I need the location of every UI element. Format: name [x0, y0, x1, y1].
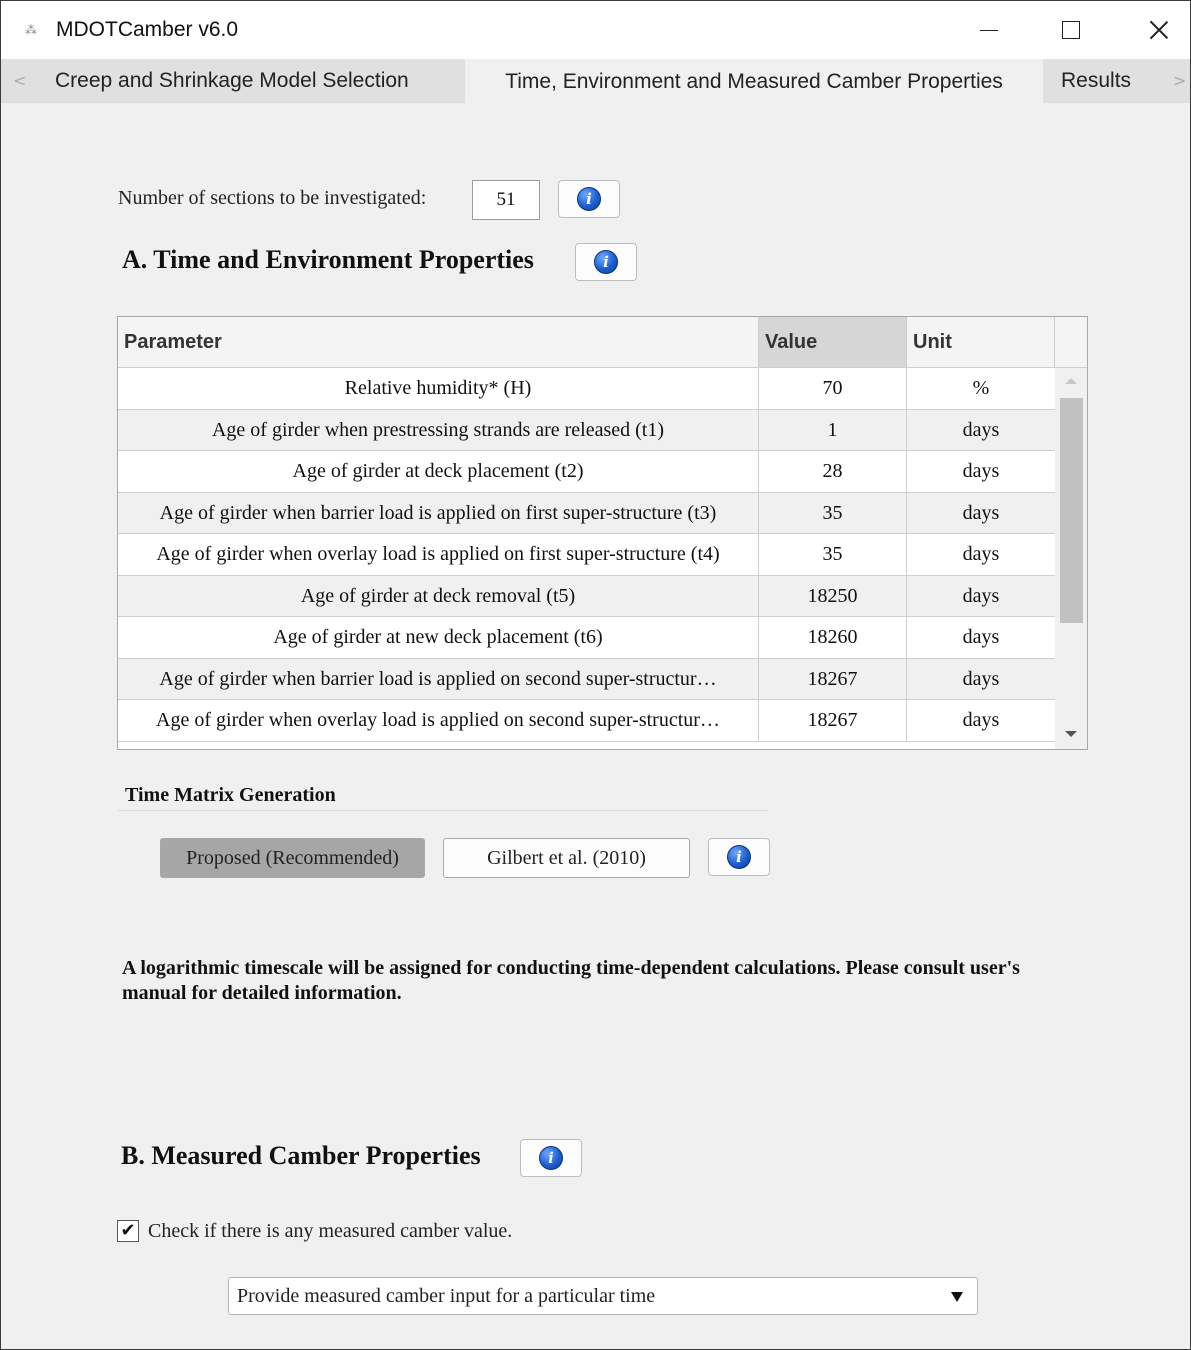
unit-cell: days	[962, 626, 1000, 648]
table-row: Age of girder at deck removal (t5) 18250…	[118, 575, 1055, 617]
sections-info-button[interactable]: i	[558, 180, 620, 218]
chevron-left-icon[interactable]: <	[13, 71, 26, 90]
parameter-cell: Age of girder when barrier load is appli…	[118, 492, 759, 534]
unit-cell: days	[962, 584, 1000, 607]
info-icon: i	[594, 250, 618, 274]
value-cell[interactable]: 1	[759, 409, 907, 451]
divider	[118, 810, 768, 811]
table-row: Age of girder when barrier load is appli…	[118, 658, 1055, 700]
close-icon	[1149, 20, 1169, 40]
minimize-icon	[980, 29, 998, 31]
value-cell[interactable]: 35	[759, 492, 907, 534]
minimize-button[interactable]	[965, 1, 1013, 59]
time-matrix-info-button[interactable]: i	[708, 838, 770, 876]
parameter-cell: Age of girder when barrier load is appli…	[118, 658, 759, 700]
info-icon: i	[577, 187, 601, 211]
parameter-cell: Age of girder at new deck placement (t6)	[118, 617, 759, 658]
window-title: MDOTCamber v6.0	[56, 18, 239, 41]
table-scrollbar[interactable]	[1055, 368, 1087, 749]
tab-time-environment[interactable]: Time, Environment and Measured Camber Pr…	[465, 59, 1043, 105]
scroll-up-icon[interactable]	[1065, 378, 1077, 384]
parameter-cell: Age of girder when prestressing strands …	[118, 409, 759, 451]
table-row: Age of girder when overlay load is appli…	[118, 534, 1055, 576]
proposed-recommended-button[interactable]: Proposed (Recommended)	[160, 838, 425, 878]
parameter-cell: Age of girder when overlay load is appli…	[118, 700, 759, 741]
properties-table: Parameter Value Unit Relative humidity* …	[117, 316, 1088, 750]
value-cell[interactable]: 35	[759, 534, 907, 575]
parameter-cell: Relative humidity* (H)	[118, 368, 759, 409]
tab-creep-shrinkage[interactable]: Creep and Shrinkage Model Selection	[41, 59, 423, 103]
maximize-icon	[1062, 21, 1080, 39]
title-bar: ⁂ MDOTCamber v6.0	[1, 1, 1190, 59]
chevron-right-icon[interactable]: >	[1173, 71, 1186, 90]
parameter-cell: Age of girder at deck removal (t5)	[118, 575, 759, 617]
value-cell[interactable]: 18267	[759, 700, 907, 741]
close-button[interactable]	[1135, 1, 1183, 59]
table-row: Age of girder when barrier load is appli…	[118, 492, 1055, 534]
scroll-down-icon[interactable]	[1065, 731, 1077, 737]
unit-cell: days	[962, 709, 1000, 731]
unit-cell: days	[962, 667, 1000, 690]
timescale-note: A logarithmic timescale will be assigned…	[122, 957, 1020, 1004]
table-header: Parameter Value Unit	[118, 317, 1087, 368]
table-body: Relative humidity* (H) 70 % Age of girde…	[118, 368, 1055, 742]
section-b-info-button[interactable]: i	[520, 1139, 582, 1177]
table-row: Relative humidity* (H) 70 %	[118, 368, 1055, 410]
unit-cell: days	[962, 418, 1000, 441]
value-cell[interactable]: 18260	[759, 617, 907, 658]
app-window: ⁂ MDOTCamber v6.0 < Creep and Shrinkage …	[0, 0, 1191, 1350]
value-cell[interactable]: 18267	[759, 658, 907, 700]
sections-input[interactable]: 51	[472, 180, 540, 220]
info-icon: i	[727, 845, 751, 869]
checkmark-icon: ✔	[120, 1220, 136, 1241]
parameter-cell: Age of girder at deck placement (t2)	[118, 451, 759, 492]
unit-cell: days	[962, 460, 1000, 482]
section-b-title: B. Measured Camber Properties	[121, 1141, 481, 1170]
tab-bar: < Creep and Shrinkage Model Selection Ti…	[1, 59, 1190, 105]
unit-cell: days	[962, 501, 1000, 524]
section-a-info-button[interactable]: i	[575, 243, 637, 281]
column-header-parameter[interactable]: Parameter	[118, 317, 759, 368]
value-cell[interactable]: 28	[759, 451, 907, 492]
scroll-thumb[interactable]	[1060, 398, 1083, 623]
table-row: Age of girder when overlay load is appli…	[118, 700, 1055, 742]
time-matrix-title: Time Matrix Generation	[125, 784, 336, 806]
column-header-value[interactable]: Value	[759, 317, 907, 368]
info-icon: i	[539, 1146, 563, 1170]
section-a-title: A. Time and Environment Properties	[122, 245, 534, 274]
measured-camber-label[interactable]: Check if there is any measured camber va…	[148, 1220, 512, 1243]
table-row: Age of girder at deck placement (t2) 28 …	[118, 451, 1055, 493]
unit-cell: %	[972, 377, 990, 399]
matlab-icon: ⁂	[25, 23, 37, 37]
column-header-unit[interactable]: Unit	[907, 317, 1055, 368]
table-row: Age of girder at new deck placement (t6)…	[118, 617, 1055, 659]
camber-input-dropdown[interactable]: Provide measured camber input for a part…	[228, 1277, 978, 1315]
sections-label: Number of sections to be investigated:	[118, 187, 427, 209]
column-header-spacer	[1055, 317, 1087, 368]
value-cell[interactable]: 70	[759, 368, 907, 409]
value-cell[interactable]: 18250	[759, 575, 907, 617]
measured-camber-checkbox[interactable]: ✔	[117, 1220, 139, 1242]
dropdown-value: Provide measured camber input for a part…	[237, 1284, 656, 1307]
table-row: Age of girder when prestressing strands …	[118, 409, 1055, 451]
tab-results[interactable]: Results	[1047, 59, 1145, 103]
dropdown-arrow-icon[interactable]	[951, 1292, 963, 1302]
unit-cell: days	[962, 543, 1000, 565]
parameter-cell: Age of girder when overlay load is appli…	[118, 534, 759, 575]
gilbert-2010-button[interactable]: Gilbert et al. (2010)	[443, 838, 690, 878]
maximize-button[interactable]	[1047, 1, 1095, 59]
